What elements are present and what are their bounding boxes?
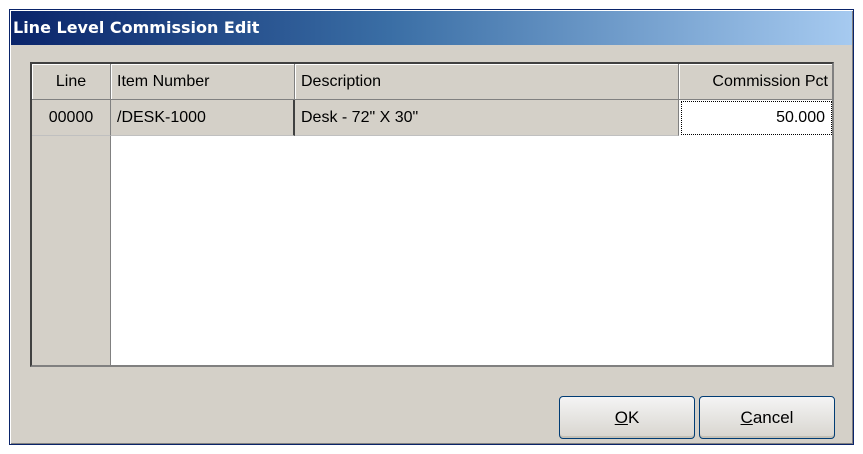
column-header-line[interactable]: Line [32,64,111,100]
commission-edit-dialog: Line Level Commission Edit Line Item Num… [9,9,854,445]
cancel-mnemonic: C [740,407,753,427]
column-header-commission-pct[interactable]: Commission Pct [679,64,832,100]
commission-pct-input[interactable]: 50.000 [681,101,832,135]
row-item-number[interactable]: /DESK-1000 [111,100,295,136]
column-header-item-number[interactable]: Item Number [111,64,295,100]
ok-label-rest: K [627,407,640,427]
column-header-description[interactable]: Description [295,64,679,100]
ok-mnemonic: O [614,407,628,427]
grid-header-row: Line Item Number Description Commission … [32,64,832,100]
commission-grid[interactable]: Line Item Number Description Commission … [30,62,834,367]
cancel-button[interactable]: Cancel [699,396,835,439]
dialog-title-bar[interactable]: Line Level Commission Edit [11,11,852,45]
row-line-number: 00000 [32,100,111,136]
table-row[interactable]: 00000 /DESK-1000 Desk - 72" X 30" 50.000 [32,100,832,136]
dialog-title: Line Level Commission Edit [13,18,260,37]
row-description[interactable]: Desk - 72" X 30" [295,100,679,136]
cancel-label-rest: ancel [752,407,794,427]
ok-button[interactable]: OK [559,396,695,439]
